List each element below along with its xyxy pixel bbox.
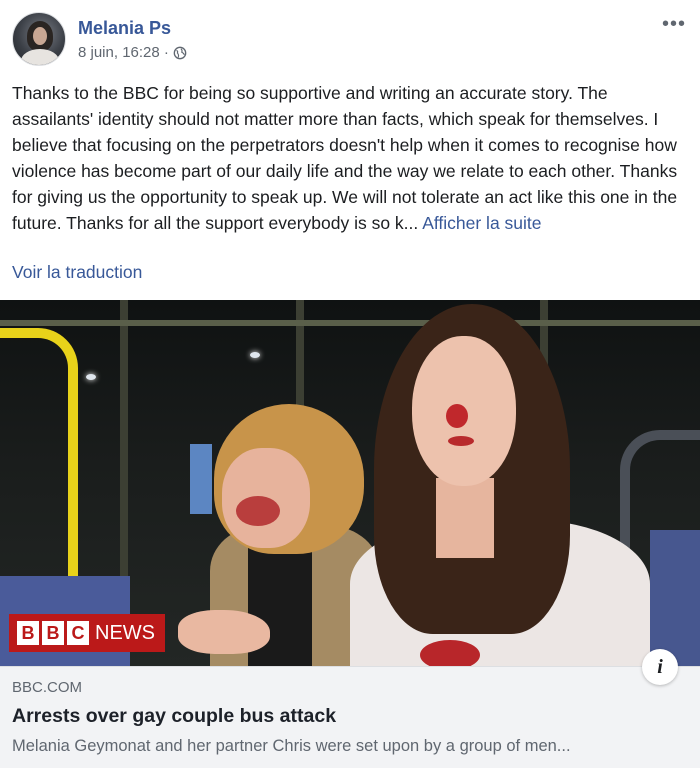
see-translation-link[interactable]: Voir la traduction xyxy=(12,262,142,283)
info-icon[interactable]: i xyxy=(642,649,678,685)
blood-stain xyxy=(236,496,280,526)
post-meta: 8 juin, 16:28 · xyxy=(78,44,187,61)
bbc-logo-letter: C xyxy=(67,621,89,645)
bbc-news-logo: B B C NEWS xyxy=(9,614,165,652)
author-name[interactable]: Melania Ps xyxy=(78,18,171,39)
bbc-logo-letter: B xyxy=(42,621,64,645)
ceiling-light xyxy=(86,374,96,380)
link-preview-card[interactable]: i BBC.COM Arrests over gay couple bus at… xyxy=(0,649,700,768)
blood-stain xyxy=(448,436,474,446)
window-frame xyxy=(0,320,700,326)
yellow-handrail xyxy=(0,328,78,618)
link-description: Melania Geymonat and her partner Chris w… xyxy=(12,737,571,755)
post-body: Thanks to the BBC for being so supportiv… xyxy=(12,80,688,236)
person-left-hand xyxy=(178,610,270,654)
post-message: Thanks to the BBC for being so supportiv… xyxy=(12,83,678,233)
post-timestamp[interactable]: 8 juin, 16:28 · xyxy=(78,44,169,61)
avatar[interactable] xyxy=(12,12,66,66)
bbc-logo-letter: B xyxy=(17,621,39,645)
globe-icon[interactable] xyxy=(173,46,187,60)
blood-stain xyxy=(446,404,468,428)
bbc-logo-news: NEWS xyxy=(95,621,155,644)
bbc-logo-blocks: B B C xyxy=(17,621,89,645)
bus-seat-right xyxy=(650,530,700,666)
see-more-link[interactable]: Afficher la suite xyxy=(422,213,541,233)
post-header: Melania Ps 8 juin, 16:28 · ••• xyxy=(12,12,688,68)
person-right-neck xyxy=(436,478,494,558)
more-options-icon[interactable]: ••• xyxy=(662,14,686,34)
blood-stain xyxy=(420,640,480,666)
link-preview-image[interactable]: B B C NEWS xyxy=(0,300,700,666)
avatar-shoulder xyxy=(21,49,59,65)
link-title[interactable]: Arrests over gay couple bus attack xyxy=(12,705,336,728)
ceiling-light xyxy=(250,352,260,358)
link-source: BBC.COM xyxy=(12,679,83,696)
avatar-face xyxy=(33,27,47,45)
window-frame xyxy=(120,300,128,600)
background-screen xyxy=(190,444,212,514)
facebook-post: Melania Ps 8 juin, 16:28 · ••• Thanks to… xyxy=(0,0,700,768)
